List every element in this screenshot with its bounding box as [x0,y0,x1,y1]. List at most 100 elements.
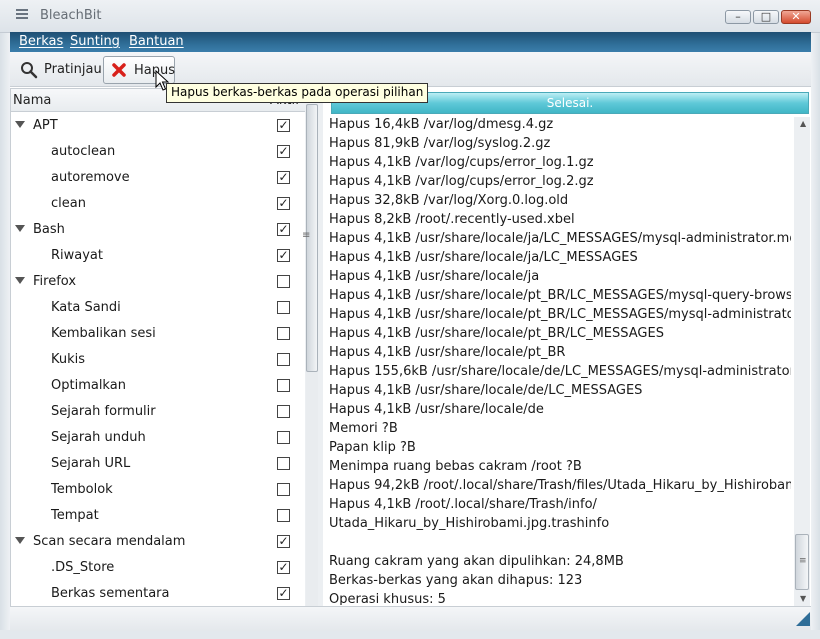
active-checkbox[interactable]: ✓ [277,119,290,132]
log-line: Hapus 32,8kB /var/log/Xorg.0.log.old [329,193,569,208]
log-line: Ruang cakram yang akan dipulihkan: 24,8M… [329,554,624,569]
tree-group-row[interactable]: Firefox [11,269,306,295]
active-checkbox[interactable] [277,379,290,392]
results-pane: Selesai. Hapus 16,4kB /var/log/dmesg.4.g… [323,88,811,606]
expander-triangle-icon[interactable] [15,277,25,284]
window-title: BleachBit [40,8,102,23]
log-scrollbar[interactable] [794,117,810,606]
active-checkbox[interactable]: ✓ [277,587,290,600]
log-line: Hapus 4,1kB /usr/share/locale/de/LC_MESS… [329,383,643,398]
tree-group-row[interactable]: APT ✓ [11,113,306,139]
tree-item-row[interactable]: .DS_Store ✓ [11,555,306,581]
log-line: Berkas-berkas yang akan dihapus: 123 [329,573,583,588]
log-line: Papan klip ?B [329,440,416,455]
status-bar [10,606,811,631]
active-checkbox[interactable]: ✓ [277,561,290,574]
active-checkbox[interactable] [277,301,290,314]
active-checkbox[interactable] [277,327,290,340]
log-output[interactable]: Hapus 16,4kB /var/log/dmesg.4.gz Hapus 81… [329,115,791,605]
title-bar[interactable]: BleachBit – □ ✕ [0,0,820,33]
tree-item-row[interactable]: Sejarah URL [11,451,306,477]
expander-triangle-icon[interactable] [15,121,25,128]
tree-row-label: Optimalkan [51,378,126,393]
expander-triangle-icon[interactable] [15,225,25,232]
scroll-down-arrow-icon[interactable]: ▼ [800,594,806,603]
active-checkbox[interactable]: ✓ [277,249,290,262]
log-line: Hapus 4,1kB /usr/share/locale/pt_BR/LC_M… [329,307,791,322]
tree-item-row[interactable]: Riwayat ✓ [11,243,306,269]
tree-row-label: Scan secara mendalam [33,534,186,549]
red-x-icon [112,63,126,77]
tree-row-label: Sejarah URL [51,456,131,471]
preview-button-label: Pratinjau [44,62,102,77]
menu-bantuan[interactable]: Bantuan [129,34,184,49]
close-icon: ✕ [791,10,801,23]
bleachbit-app-icon [16,9,28,23]
tree-row-label: Tempat [51,508,99,523]
active-checkbox[interactable] [277,457,290,470]
delete-tooltip: Hapus berkas-berkas pada operasi pilihan [166,83,429,103]
tree-item-row[interactable]: Sejarah formulir [11,399,306,425]
active-checkbox[interactable] [277,431,290,444]
scroll-up-arrow-icon[interactable]: ▲ [800,119,806,128]
log-line: Hapus 4,1kB /var/log/cups/error_log.2.gz [329,174,594,189]
active-checkbox[interactable]: ✓ [277,223,290,236]
log-line: Operasi khusus: 5 [329,592,446,605]
tree-row-label: .DS_Store [51,560,115,575]
tree-item-row[interactable]: autoclean ✓ [11,139,306,165]
expander-triangle-icon[interactable] [15,537,25,544]
log-line: Hapus 4,1kB /usr/share/locale/pt_BR [329,345,566,360]
log-line: Menimpa ruang bebas cakram /root ?B [329,459,582,474]
tree-item-row[interactable]: clean ✓ [11,191,306,217]
tree-group-row[interactable]: Bash ✓ [11,217,306,243]
log-line: Hapus 16,4kB /var/log/dmesg.4.gz [329,117,554,132]
tree-item-row[interactable]: Kembalikan sesi [11,321,306,347]
tree-row-label: clean [51,196,86,211]
tree-item-row[interactable]: Sejarah unduh [11,425,306,451]
magnifier-icon [21,62,38,79]
tree-item-row[interactable]: Berkas sementara ✓ [11,581,306,607]
log-line: Hapus 94,2kB /root/.local/share/Trash/fi… [329,478,791,493]
log-line: Hapus 4,1kB /usr/share/locale/de [329,402,544,417]
tree-row-label: autoclean [51,144,116,159]
active-checkbox[interactable] [277,483,290,496]
window-frame-left [0,32,10,639]
tree-item-row[interactable]: Optimalkan [11,373,306,399]
active-checkbox[interactable] [277,353,290,366]
log-line: Hapus 4,1kB /usr/share/locale/pt_BR/LC_M… [329,326,664,341]
progress-label: Selesai. [546,96,594,110]
active-checkbox[interactable]: ✓ [277,197,290,210]
column-header-name[interactable]: Nama [13,93,51,108]
tree-row-label: Firefox [33,274,77,289]
active-checkbox[interactable]: ✓ [277,145,290,158]
log-line: Hapus 4,1kB /usr/share/locale/ja/LC_MESS… [329,250,638,265]
tree-item-row[interactable]: Kukis [11,347,306,373]
log-line: Hapus 8,2kB /root/.recently-used.xbel [329,212,575,227]
tree-item-row[interactable]: Tempat [11,503,306,529]
active-checkbox[interactable] [277,509,290,522]
active-checkbox[interactable] [277,405,290,418]
tree-item-row[interactable]: Kata Sandi [11,295,306,321]
maximize-button[interactable]: □ [753,10,779,24]
tree-row-label: autoremove [51,170,130,185]
resize-grip-icon[interactable] [796,612,810,626]
tree-row-label: Bash [33,222,65,237]
close-button[interactable]: ✕ [781,10,811,24]
tree-item-row[interactable]: Tembolok [11,477,306,503]
tree-item-row[interactable]: autoremove ✓ [11,165,306,191]
tree-row-label: Sejarah formulir [51,404,156,419]
active-checkbox[interactable]: ✓ [277,171,290,184]
minimize-button[interactable]: – [725,10,751,24]
tree-group-row[interactable]: Scan secara mendalam ✓ [11,529,306,555]
log-line: Hapus 4,1kB /usr/share/locale/ja [329,269,540,284]
menu-berkas[interactable]: Berkas [19,34,63,49]
active-checkbox[interactable]: ✓ [277,535,290,548]
window-frame-right [811,32,820,639]
log-line: Hapus 81,9kB /var/log/syslog.2.gz [329,136,551,151]
menu-sunting[interactable]: Sunting [70,34,120,49]
active-checkbox[interactable] [277,275,290,288]
scroll-thumb-grip-icon: ≡ [799,556,807,566]
preview-button[interactable]: Pratinjau [14,56,102,84]
log-line: Memori ?B [329,421,398,436]
